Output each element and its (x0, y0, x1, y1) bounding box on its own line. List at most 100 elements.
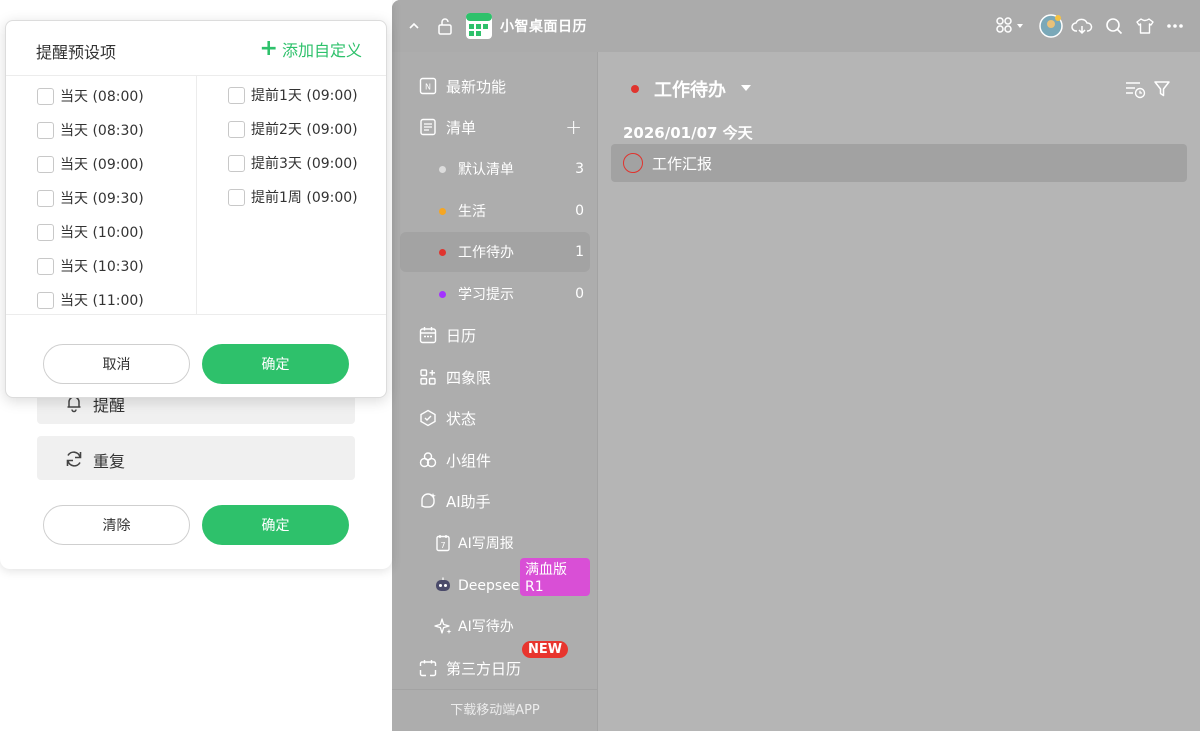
checkbox-box[interactable] (37, 121, 54, 139)
sidebar-item-study[interactable]: 学习提示 0 (400, 274, 590, 314)
new-badge: NEW (522, 641, 569, 658)
clear-button[interactable]: 清除 (43, 505, 190, 545)
list-color-dot (439, 166, 446, 173)
theme-button[interactable] (1133, 14, 1157, 38)
list-color-dot (439, 208, 446, 215)
ai-assistant-icon (421, 493, 436, 508)
sidebar-item-new-features[interactable]: N 最新功能 (400, 66, 590, 106)
popup-title: 提醒预设项 (36, 43, 117, 62)
plus-icon: + (259, 36, 278, 61)
sparkle-icon (434, 618, 452, 634)
list-color-dot (439, 291, 446, 298)
preset-checkbox[interactable]: 提前1周 (09:00) (228, 187, 358, 207)
preset-checkbox[interactable]: 当天 (09:00) (37, 154, 144, 174)
cancel-button[interactable]: 取消 (43, 344, 190, 384)
preset-checkbox[interactable]: 提前1天 (09:00) (228, 85, 358, 105)
preset-checkbox[interactable]: 当天 (08:00) (37, 86, 144, 106)
task-item[interactable]: 工作汇报 (611, 144, 1187, 182)
chevron-up-icon (409, 22, 419, 29)
task-list-area: 工作待办 2026/01/07 今天 工作汇报 (599, 52, 1200, 731)
sidebar: N 最新功能 清单 + 默认清单 3 生活 0 工作待办 1 学习提示 0 日历… (392, 52, 598, 731)
checkbox-box[interactable] (228, 188, 245, 206)
footer-divider (6, 314, 386, 315)
status-icon (420, 409, 436, 427)
add-list-button[interactable]: + (565, 115, 582, 139)
preset-checkbox[interactable]: 当天 (11:00) (37, 290, 144, 310)
list-icon (420, 118, 436, 136)
tshirt-icon (1136, 18, 1154, 34)
avatar[interactable] (1039, 14, 1063, 38)
checkbox-box[interactable] (37, 291, 54, 309)
preset-checkbox[interactable]: 提前3天 (09:00) (228, 153, 358, 173)
dropdown-arrow-icon[interactable] (740, 83, 752, 93)
popup-header: 提醒预设项 + 添加自定义 (6, 21, 386, 76)
checkbox-box[interactable] (37, 189, 54, 207)
full-version-badge: 满血版R1 (520, 558, 590, 596)
reminder-presets-popup: 提醒预设项 + 添加自定义 当天 (08:00) 当天 (08:30) 当天 (… (5, 20, 387, 398)
more-button[interactable] (1163, 14, 1187, 38)
sort-by-time-icon[interactable] (1124, 79, 1146, 99)
confirm-button[interactable]: 确定 (202, 505, 349, 545)
unlock-icon (438, 18, 452, 35)
quadrant-icon (420, 369, 436, 385)
title-bar: 小智桌面日历 (392, 0, 1200, 52)
sidebar-item-default-list[interactable]: 默认清单 3 (400, 149, 590, 189)
sidebar-item-status[interactable]: 状态 (400, 398, 590, 438)
sidebar-item-third-party-calendar[interactable]: 第三方日历 NEW (400, 641, 590, 688)
download-app-link[interactable]: 下载移动端APP (392, 689, 598, 731)
sidebar-item-ai-write-todo[interactable]: AI写待办 (400, 606, 590, 646)
add-custom-button[interactable]: + 添加自定义 (260, 37, 362, 61)
preset-checkbox[interactable]: 提前2天 (09:00) (228, 119, 358, 139)
preset-checkbox[interactable]: 当天 (09:30) (37, 188, 144, 208)
sidebar-item-lists[interactable]: 清单 + (400, 107, 590, 147)
checkbox-box[interactable] (37, 155, 54, 173)
app-logo-icon (466, 13, 492, 39)
checkbox-box[interactable] (37, 223, 54, 241)
checkbox-box[interactable] (228, 86, 245, 104)
preset-checkbox[interactable]: 当天 (10:00) (37, 222, 144, 242)
widget-icon (419, 452, 437, 468)
task-title: 工作汇报 (652, 155, 713, 173)
sidebar-item-quadrant[interactable]: 四象限 (400, 357, 590, 397)
preset-checkbox[interactable]: 当天 (08:30) (37, 120, 144, 140)
third-party-calendar-icon (419, 660, 437, 677)
svg-text:N: N (425, 83, 431, 92)
checkbox-box[interactable] (37, 257, 54, 275)
svg-text:7: 7 (440, 541, 445, 550)
repeat-icon (66, 451, 82, 467)
repeat-option[interactable]: 重复 (37, 436, 355, 480)
popup-confirm-button[interactable]: 确定 (202, 344, 349, 384)
checkbox-box[interactable] (228, 154, 245, 172)
grid-icon (996, 17, 1023, 33)
avatar-icon (1039, 14, 1063, 38)
cloud-sync-button[interactable] (1070, 14, 1094, 38)
date-heading: 2026/01/07 今天 (623, 124, 753, 142)
add-custom-label: 添加自定义 (281, 41, 362, 60)
preset-checkbox[interactable]: 当天 (10:30) (37, 256, 144, 276)
list-title[interactable]: 工作待办 (654, 76, 726, 102)
app-title: 小智桌面日历 (500, 19, 587, 35)
search-icon (1106, 18, 1123, 35)
column-divider (196, 76, 197, 314)
robot-icon (436, 577, 450, 591)
cloud-sync-icon (1071, 18, 1093, 35)
list-color-dot (439, 249, 446, 256)
checkbox-box[interactable] (228, 120, 245, 138)
search-button[interactable] (1102, 14, 1126, 38)
sidebar-item-ai-assistant[interactable]: AI助手 (400, 481, 590, 521)
checkbox-box[interactable] (37, 87, 54, 105)
more-dots-icon (1167, 24, 1183, 28)
sidebar-item-widgets[interactable]: 小组件 (400, 440, 590, 480)
layout-switch-button[interactable] (992, 14, 1030, 38)
task-complete-checkbox[interactable] (623, 153, 643, 173)
weekly-report-icon: 7 (436, 535, 450, 552)
sidebar-item-deepseek-chat[interactable]: Deepseek对话 满血版R1 (400, 558, 590, 605)
collapse-button[interactable] (402, 14, 426, 38)
lock-button[interactable] (433, 14, 457, 38)
sidebar-item-ai-weekly-report[interactable]: 7 AI写周报 (400, 523, 590, 563)
calendar-icon (419, 327, 437, 344)
sidebar-item-calendar[interactable]: 日历 (400, 315, 590, 355)
sidebar-item-life[interactable]: 生活 0 (400, 191, 590, 231)
filter-icon[interactable] (1153, 80, 1171, 98)
sidebar-item-work-todo[interactable]: 工作待办 1 (400, 232, 590, 272)
